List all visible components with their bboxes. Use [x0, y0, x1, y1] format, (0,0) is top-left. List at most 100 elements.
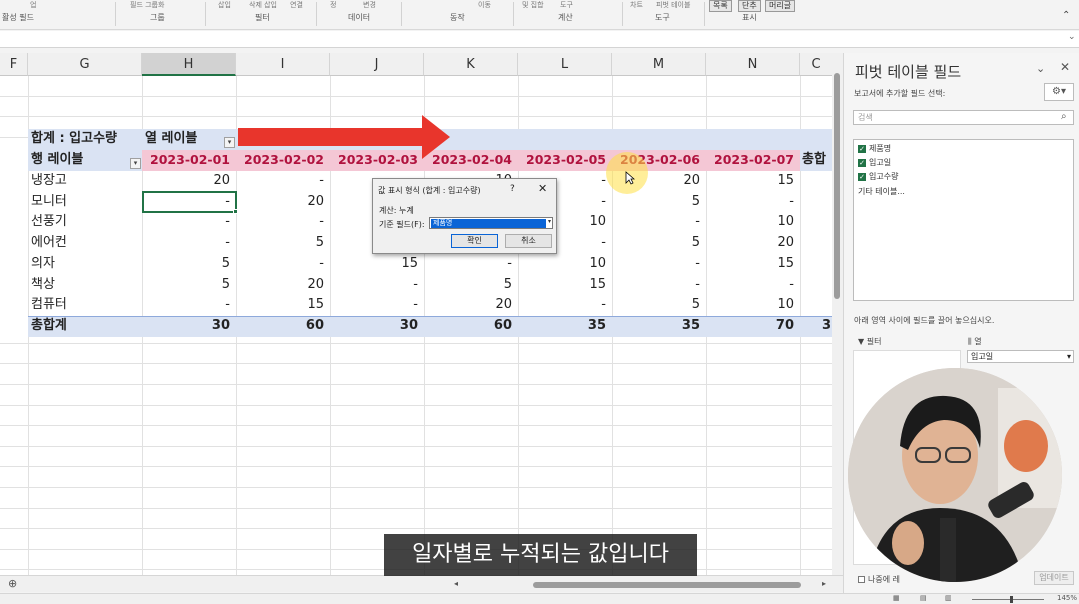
- scroll-left-icon[interactable]: ◂: [454, 579, 458, 588]
- scroll-right-icon[interactable]: ▸: [822, 579, 826, 588]
- column-filter-dropdown-icon[interactable]: ▾: [224, 137, 235, 148]
- zoom-level[interactable]: 145%: [1057, 594, 1077, 602]
- checkbox-checked-icon[interactable]: ✓: [858, 158, 866, 167]
- pivot-value-cell[interactable]: -: [236, 171, 330, 192]
- defer-update-checkbox[interactable]: 나중에 레: [858, 574, 900, 585]
- pivot-value-cell[interactable]: -: [142, 233, 236, 254]
- columns-field-chip[interactable]: 입고일 ▾: [967, 350, 1074, 363]
- horizontal-scrollbar-thumb[interactable]: [533, 582, 801, 588]
- ribbon-top-label[interactable]: 필드 그룹화: [130, 0, 164, 10]
- base-field-select[interactable]: 제품명 ▾: [429, 217, 553, 229]
- column-header-m[interactable]: M: [612, 53, 706, 76]
- pivot-value-cell[interactable]: 15: [706, 254, 800, 275]
- pivot-value-cell[interactable]: 20: [142, 171, 236, 192]
- date-header[interactable]: 2023-02-07: [706, 150, 800, 171]
- pivot-value-cell[interactable]: 5: [612, 295, 706, 316]
- pivot-sum-label[interactable]: 합계 : 입고수량: [31, 129, 117, 150]
- pivot-value-cell[interactable]: -: [706, 275, 800, 296]
- page-break-icon[interactable]: ▥: [945, 594, 952, 602]
- pivot-value-cell[interactable]: -: [612, 254, 706, 275]
- close-pane-icon[interactable]: ✕: [1060, 60, 1070, 74]
- pivot-column-label[interactable]: 열 레이블: [145, 129, 197, 150]
- column-header-h[interactable]: H: [142, 53, 236, 76]
- grand-total-value[interactable]: 3: [822, 316, 831, 337]
- column-header-g[interactable]: G: [28, 53, 142, 76]
- pane-options-icon[interactable]: ⌄: [1036, 62, 1045, 75]
- zoom-slider-thumb[interactable]: [1010, 596, 1013, 603]
- grand-total-value[interactable]: 60: [424, 316, 518, 337]
- pivot-value-cell[interactable]: -: [330, 275, 424, 296]
- pivot-value-cell[interactable]: -: [142, 295, 236, 316]
- date-header[interactable]: 2023-02-05: [518, 150, 612, 171]
- grand-total-label[interactable]: 총합계: [31, 316, 67, 337]
- spreadsheet-grid[interactable]: F G H I J K L M N C 합계 : 입고수량 열 레이블 ▾ 행 …: [0, 53, 833, 575]
- more-tables-link[interactable]: 기타 테이블...: [858, 186, 905, 197]
- row-label[interactable]: 의자: [31, 254, 55, 275]
- pivot-value-cell[interactable]: 15: [518, 275, 612, 296]
- expand-formula-icon[interactable]: ⌄: [1068, 32, 1076, 42]
- row-label[interactable]: 책상: [31, 275, 55, 296]
- ribbon-top-label[interactable]: 삭제 삽입: [249, 0, 277, 10]
- pivot-row-label[interactable]: 행 레이블: [31, 150, 83, 171]
- pivot-value-cell[interactable]: 5: [142, 254, 236, 275]
- grand-total-value[interactable]: 60: [236, 316, 330, 337]
- ribbon-top-label[interactable]: 피벗 테이블: [656, 0, 690, 10]
- pivot-value-cell[interactable]: 20: [424, 295, 518, 316]
- row-label[interactable]: 냉장고: [31, 171, 67, 192]
- ribbon-top-label[interactable]: 업: [30, 0, 36, 10]
- pivot-value-cell[interactable]: 15: [706, 171, 800, 192]
- ribbon-top-label[interactable]: 변경: [363, 0, 376, 10]
- date-header[interactable]: 2023-02-01: [142, 150, 236, 171]
- fill-handle[interactable]: [233, 209, 238, 214]
- column-header-l[interactable]: L: [518, 53, 612, 76]
- row-label[interactable]: 컴퓨터: [31, 295, 67, 316]
- grand-total-column-header[interactable]: 총합: [802, 150, 826, 171]
- page-layout-icon[interactable]: ▤: [920, 594, 927, 602]
- collapse-ribbon-icon[interactable]: ⌃: [1062, 10, 1070, 21]
- field-item[interactable]: ✓ 입고수량: [858, 171, 898, 182]
- column-header-f[interactable]: F: [0, 53, 28, 76]
- vertical-scrollbar-thumb[interactable]: [834, 73, 840, 299]
- normal-view-icon[interactable]: ▦: [893, 594, 900, 602]
- grand-total-value[interactable]: 30: [330, 316, 424, 337]
- field-item[interactable]: ✓ 입고일: [858, 157, 891, 168]
- pivot-value-cell[interactable]: 10: [706, 212, 800, 233]
- pivot-value-cell[interactable]: 10: [518, 254, 612, 275]
- list-toggle-button[interactable]: 목록: [709, 0, 732, 12]
- update-button[interactable]: 업데이트: [1034, 571, 1074, 585]
- checkbox-checked-icon[interactable]: ✓: [858, 172, 866, 181]
- pivot-value-cell[interactable]: -: [330, 295, 424, 316]
- pivot-value-cell[interactable]: -: [142, 212, 236, 233]
- grand-total-value[interactable]: 35: [612, 316, 706, 337]
- field-item[interactable]: ✓ 제품명: [858, 143, 891, 154]
- cancel-button[interactable]: 취소: [505, 234, 552, 248]
- pivot-value-cell[interactable]: -: [706, 192, 800, 213]
- close-icon[interactable]: ✕: [538, 182, 547, 195]
- pivot-value-cell[interactable]: 20: [236, 192, 330, 213]
- ribbon-top-label[interactable]: 도구: [560, 0, 573, 10]
- row-label[interactable]: 선풍기: [31, 212, 67, 233]
- ribbon-top-label[interactable]: 정: [330, 0, 336, 10]
- gear-icon[interactable]: ⚙▾: [1044, 83, 1074, 101]
- pivot-value-cell[interactable]: 15: [330, 254, 424, 275]
- pivot-value-cell[interactable]: 10: [706, 295, 800, 316]
- pivot-value-cell[interactable]: -: [236, 254, 330, 275]
- pivot-value-cell[interactable]: 5: [612, 233, 706, 254]
- pivot-value-cell[interactable]: -: [236, 212, 330, 233]
- column-header-k[interactable]: K: [424, 53, 518, 76]
- column-header-j[interactable]: J: [330, 53, 424, 76]
- pivot-value-cell[interactable]: 15: [236, 295, 330, 316]
- ribbon-top-label[interactable]: 차트: [630, 0, 643, 10]
- ribbon-top-label[interactable]: 삽입: [218, 0, 231, 10]
- pivot-value-cell[interactable]: 5: [142, 275, 236, 296]
- headers-toggle-button[interactable]: 머리글: [765, 0, 796, 12]
- ribbon-top-label[interactable]: 연결: [290, 0, 303, 10]
- add-sheet-icon[interactable]: ⊕: [8, 577, 17, 590]
- ribbon-top-label[interactable]: 및 집합: [522, 0, 544, 10]
- field-search-input[interactable]: 검색: [853, 110, 1074, 125]
- pivot-value-cell[interactable]: 5: [612, 192, 706, 213]
- checkbox-checked-icon[interactable]: ✓: [858, 144, 866, 153]
- pivot-value-cell[interactable]: 20: [706, 233, 800, 254]
- pivot-value-cell[interactable]: -: [518, 295, 612, 316]
- row-label[interactable]: 에어컨: [31, 233, 67, 254]
